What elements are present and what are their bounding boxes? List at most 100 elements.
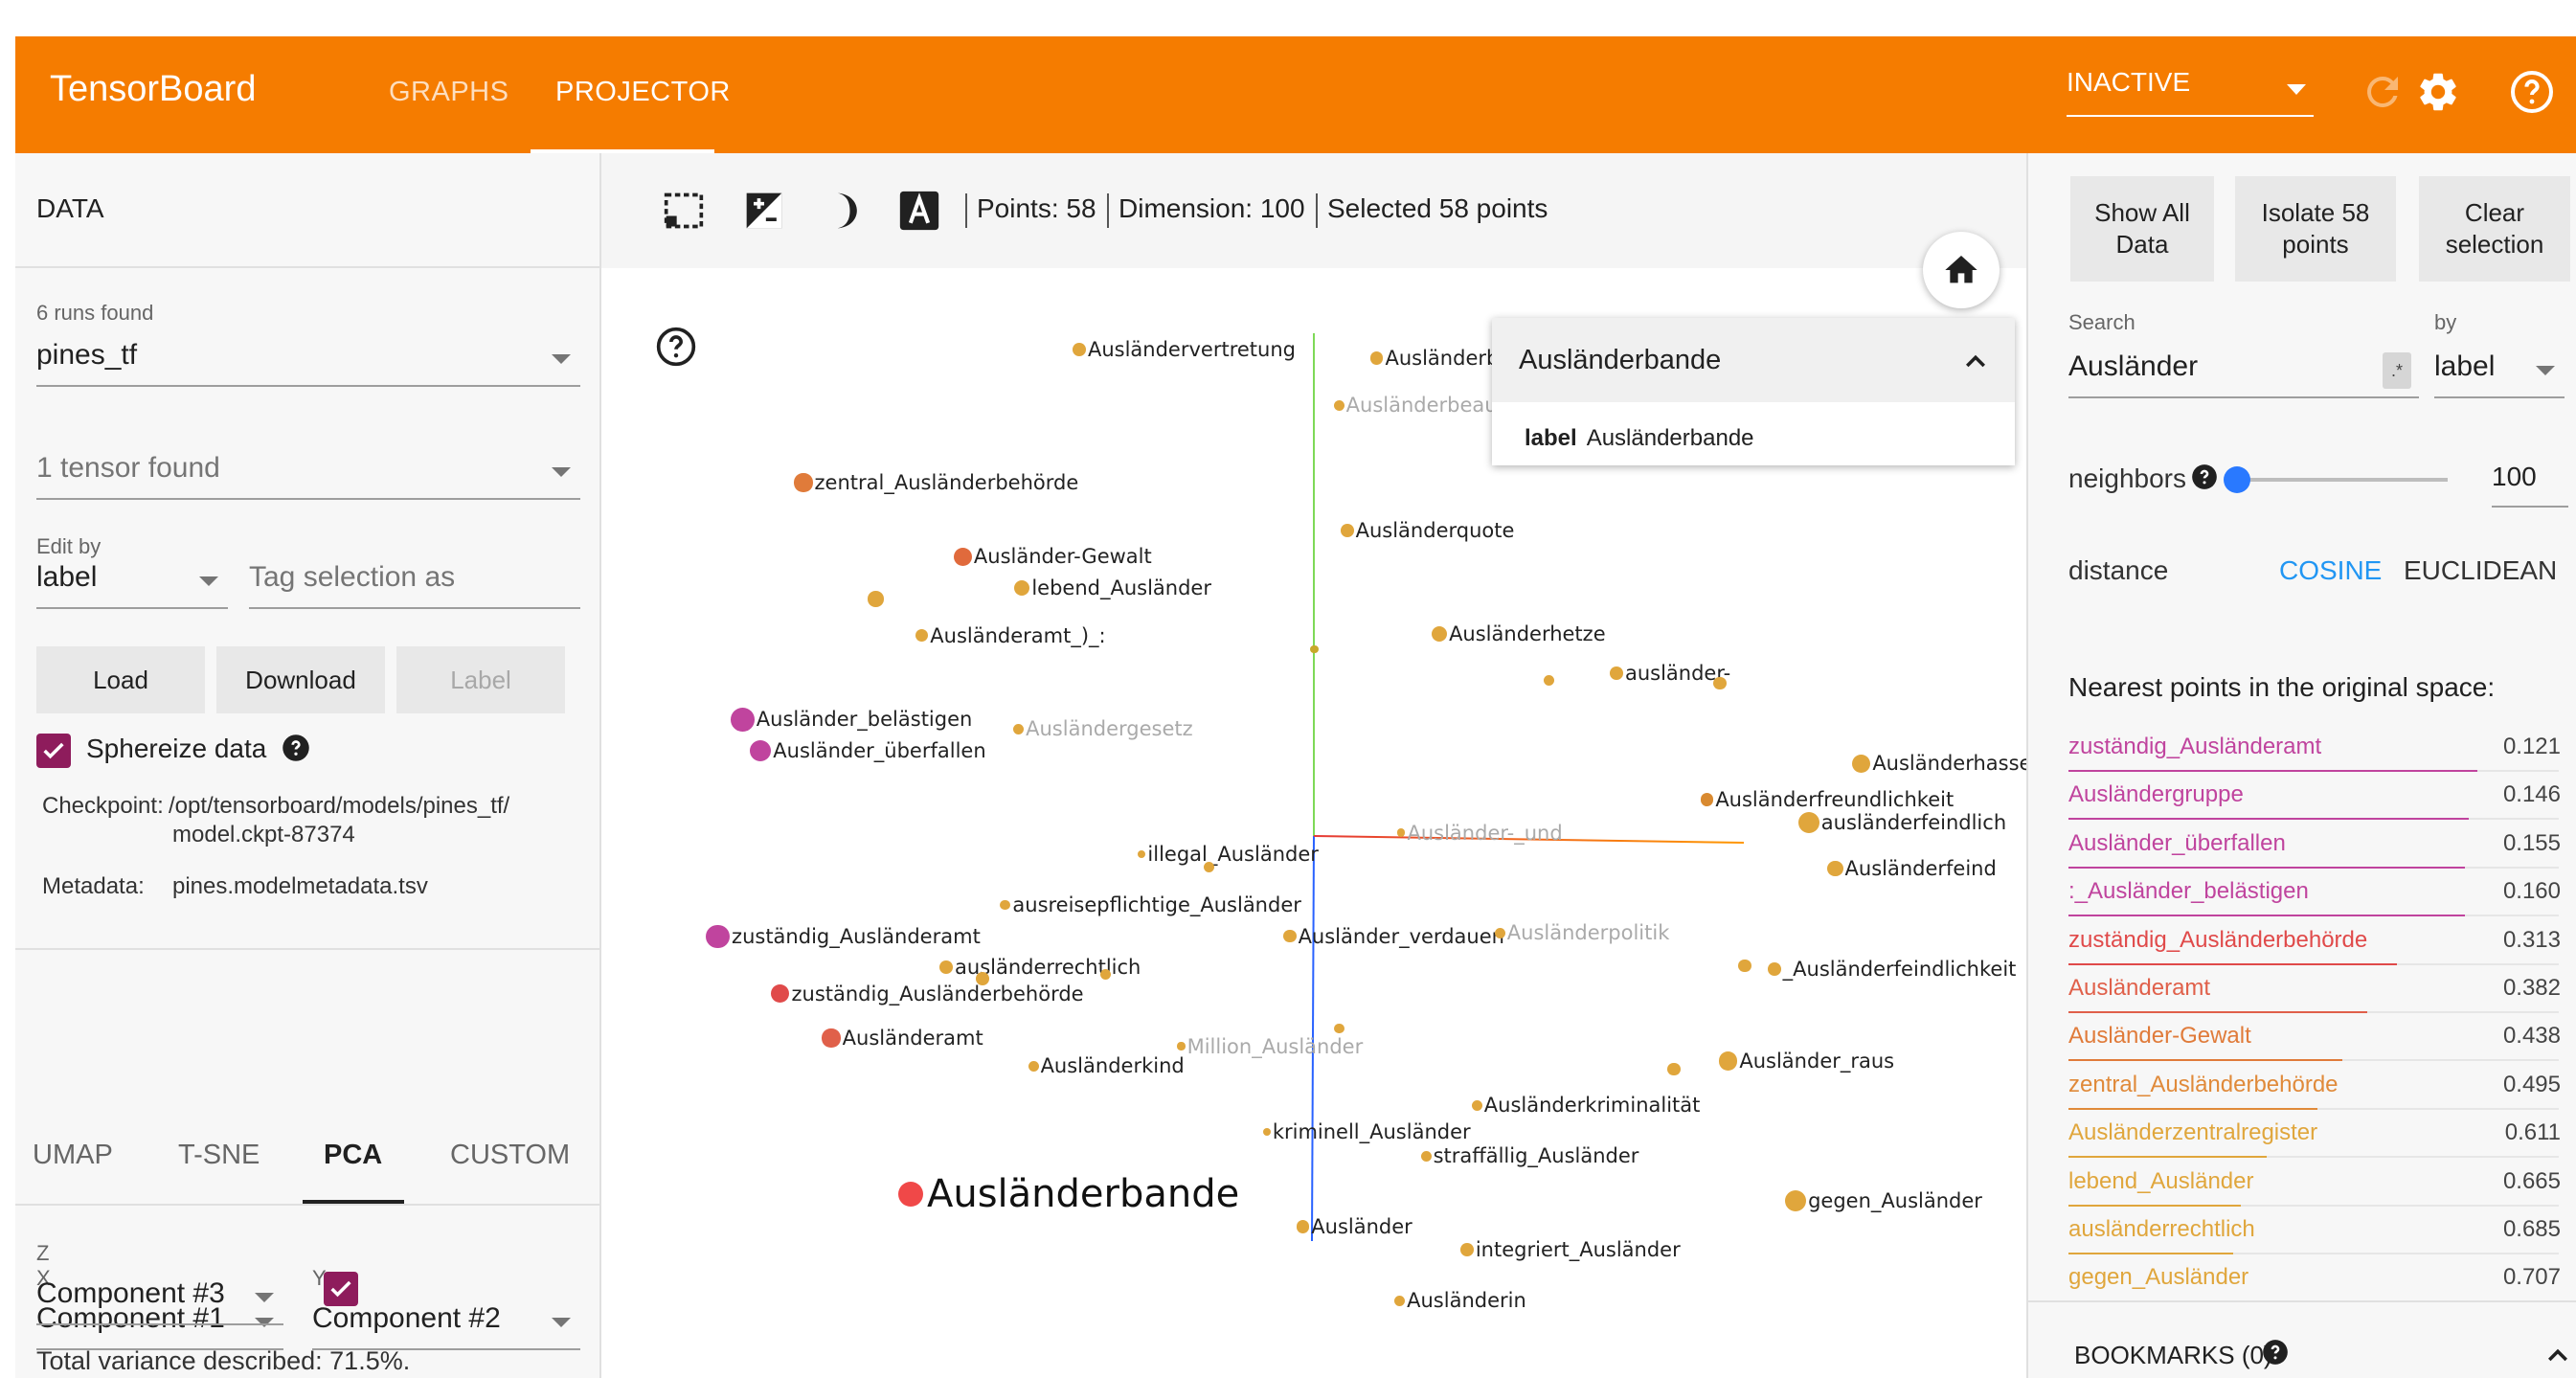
- dark-mode-moon-icon[interactable]: [824, 190, 866, 232]
- scatter-point[interactable]: Ausländerpolitik: [1494, 921, 1669, 944]
- scatter-point[interactable]: [868, 591, 885, 607]
- help-icon[interactable]: [282, 734, 310, 762]
- load-button[interactable]: Load: [36, 646, 205, 713]
- neighbors-number-input[interactable]: 100: [2492, 450, 2568, 508]
- nearest-point-label[interactable]: gegen_Ausländer: [2068, 1264, 2248, 1291]
- scatter-point[interactable]: Ausländer_überfallen: [750, 739, 986, 762]
- nearest-point-label[interactable]: Ausländer-Gewalt: [2068, 1023, 2251, 1050]
- distance-cosine-option[interactable]: COSINE: [2279, 555, 2382, 586]
- nearest-point-label[interactable]: zentral_Ausländerbehörde: [2068, 1072, 2339, 1098]
- scatter-point[interactable]: Ausländer_raus: [1719, 1050, 1894, 1073]
- selected-point-label[interactable]: Ausländerbande: [898, 1172, 1239, 1216]
- scatter-point[interactable]: straffällig_Ausländer: [1420, 1144, 1638, 1167]
- search-input[interactable]: Ausländer: [2068, 335, 2419, 398]
- nearest-point-row[interactable]: gegen_Ausländer 0.707: [2068, 1262, 2568, 1310]
- edit-by-select[interactable]: label: [36, 550, 228, 609]
- tag-selection-input[interactable]: Tag selection as: [249, 550, 580, 609]
- bookmarks-title[interactable]: BOOKMARKS (0): [2074, 1341, 2272, 1370]
- run-select[interactable]: pines_tf: [36, 322, 580, 387]
- scatter-point[interactable]: Ausländerfreundlichkeit: [1700, 788, 1954, 811]
- nearest-point-row[interactable]: zuständig_Ausländerbehörde 0.313: [2068, 925, 2568, 973]
- scatter-point[interactable]: zentral_Ausländerbehörde: [794, 471, 1078, 494]
- scatter-point[interactable]: [1544, 674, 1556, 686]
- scatter-point[interactable]: illegal_Ausländer: [1138, 843, 1319, 866]
- scatter-point[interactable]: Million_Ausländer: [1177, 1035, 1363, 1058]
- scatter-point[interactable]: Ausländer-_und: [1397, 822, 1563, 845]
- nearest-point-row[interactable]: Ausländeramt 0.382: [2068, 973, 2568, 1021]
- regex-toggle-button[interactable]: .*: [2383, 352, 2411, 389]
- help-icon[interactable]: [2191, 463, 2218, 490]
- scatter-point[interactable]: kriminell_Ausländer: [1262, 1120, 1471, 1143]
- scatter-point[interactable]: [1100, 968, 1113, 980]
- labels-toggle-icon[interactable]: [898, 190, 940, 232]
- refresh-icon[interactable]: [2360, 69, 2406, 115]
- scatter-point[interactable]: Ausländer_verdauen: [1282, 925, 1504, 948]
- scatter-point[interactable]: zuständig_Ausländeramt: [706, 924, 981, 949]
- neighbors-slider-track[interactable]: [2226, 478, 2448, 482]
- label-button[interactable]: Label: [396, 646, 565, 713]
- tab-graphs[interactable]: GRAPHS: [389, 77, 508, 108]
- scatter-point[interactable]: Ausländervertretung: [1073, 338, 1296, 361]
- help-icon[interactable]: [2509, 69, 2555, 115]
- scatter-point[interactable]: Ausländerhasser: [1852, 752, 2026, 775]
- scatter-point[interactable]: Ausländer: [1296, 1215, 1412, 1238]
- scatter-point[interactable]: Ausländerkriminalität: [1471, 1094, 1700, 1117]
- z-component-select[interactable]: Component #3: [36, 1262, 283, 1325]
- scatter-point[interactable]: Ausländerkind: [1028, 1054, 1185, 1077]
- scatter-point[interactable]: [1310, 644, 1320, 654]
- show-all-data-button[interactable]: Show All Data: [2070, 176, 2214, 282]
- nearest-point-row[interactable]: :_Ausländer_belästigen 0.160: [2068, 876, 2568, 924]
- scatter-point[interactable]: Ausländer_belästigen: [731, 708, 972, 732]
- scatter-point[interactable]: [1738, 959, 1753, 973]
- scatter-point[interactable]: Ausländerbe: [1369, 347, 1511, 370]
- help-icon[interactable]: [655, 326, 697, 368]
- nearest-point-row[interactable]: zuständig_Ausländeramt 0.121: [2068, 732, 2568, 779]
- chevron-up-icon[interactable]: [1961, 347, 1990, 375]
- nearest-point-label[interactable]: lebend_Ausländer: [2068, 1168, 2254, 1195]
- distance-euclidean-option[interactable]: EUCLIDEAN: [2404, 555, 2557, 586]
- nearest-point-row[interactable]: Ausländergruppe 0.146: [2068, 779, 2568, 827]
- scatter-point[interactable]: [1667, 1062, 1683, 1076]
- scatter-point[interactable]: Ausländerin: [1394, 1289, 1526, 1312]
- z-enable-checkbox[interactable]: [324, 1272, 358, 1306]
- settings-gear-icon[interactable]: [2415, 69, 2461, 115]
- nearest-point-label[interactable]: zuständig_Ausländerbehörde: [2068, 927, 2367, 954]
- search-by-select[interactable]: label: [2434, 335, 2565, 398]
- scatter-point[interactable]: lebend_Ausländer: [1013, 576, 1211, 599]
- chevron-up-icon[interactable]: [2543, 1341, 2572, 1369]
- tab-umap[interactable]: UMAP: [33, 1140, 113, 1171]
- run-status-select[interactable]: INACTIVE: [2067, 67, 2314, 117]
- nearest-point-label[interactable]: :_Ausländer_belästigen: [2068, 878, 2309, 905]
- scatter-point[interactable]: Ausländerhetze: [1431, 622, 1606, 645]
- nearest-point-label[interactable]: Ausländerzentralregister: [2068, 1119, 2317, 1146]
- scatter-point[interactable]: [1713, 676, 1729, 690]
- night-mode-icon[interactable]: [743, 190, 785, 232]
- scatter-point[interactable]: [1204, 862, 1216, 873]
- scatter-point[interactable]: integriert_Ausländer: [1460, 1238, 1681, 1261]
- nearest-point-row[interactable]: lebend_Ausländer 0.665: [2068, 1166, 2568, 1214]
- tensor-select[interactable]: 1 tensor found: [36, 431, 580, 500]
- nearest-point-label[interactable]: ausländerrechtlich: [2068, 1216, 2255, 1243]
- download-button[interactable]: Download: [216, 646, 385, 713]
- nearest-point-row[interactable]: ausländerrechtlich 0.685: [2068, 1214, 2568, 1262]
- tab-projector[interactable]: PROJECTOR: [555, 77, 731, 108]
- tab-tsne[interactable]: T-SNE: [178, 1140, 260, 1171]
- clear-selection-button[interactable]: Clear selection: [2419, 176, 2570, 282]
- help-icon[interactable]: [2262, 1339, 2289, 1366]
- scatter-point[interactable]: [1333, 1023, 1346, 1034]
- nearest-point-row[interactable]: Ausländerzentralregister 0.611: [2068, 1118, 2568, 1165]
- nearest-point-label[interactable]: zuständig_Ausländeramt: [2068, 734, 2321, 760]
- scatter-point[interactable]: ausländer-: [1610, 662, 1730, 685]
- scatter-point[interactable]: gegen_Ausländer: [1785, 1189, 1982, 1212]
- scatter-point[interactable]: Ausländeramt_)_:: [915, 624, 1106, 647]
- nearest-point-label[interactable]: Ausländer_überfallen: [2068, 830, 2286, 857]
- nearest-point-row[interactable]: zentral_Ausländerbehörde 0.495: [2068, 1070, 2568, 1118]
- scatter-point[interactable]: Ausländerfeind: [1827, 857, 1997, 880]
- scatter-point[interactable]: Ausländeramt: [822, 1027, 983, 1050]
- scatter-point[interactable]: _Ausländerfeindlichkeit: [1767, 958, 2016, 981]
- nearest-point-label[interactable]: Ausländergruppe: [2068, 781, 2244, 808]
- neighbors-slider-thumb[interactable]: [2223, 466, 2250, 493]
- nearest-point-label[interactable]: Ausländeramt: [2068, 975, 2210, 1002]
- reset-view-button[interactable]: [1923, 232, 2000, 308]
- scatter-point[interactable]: zuständig_Ausländerbehörde: [771, 983, 1084, 1005]
